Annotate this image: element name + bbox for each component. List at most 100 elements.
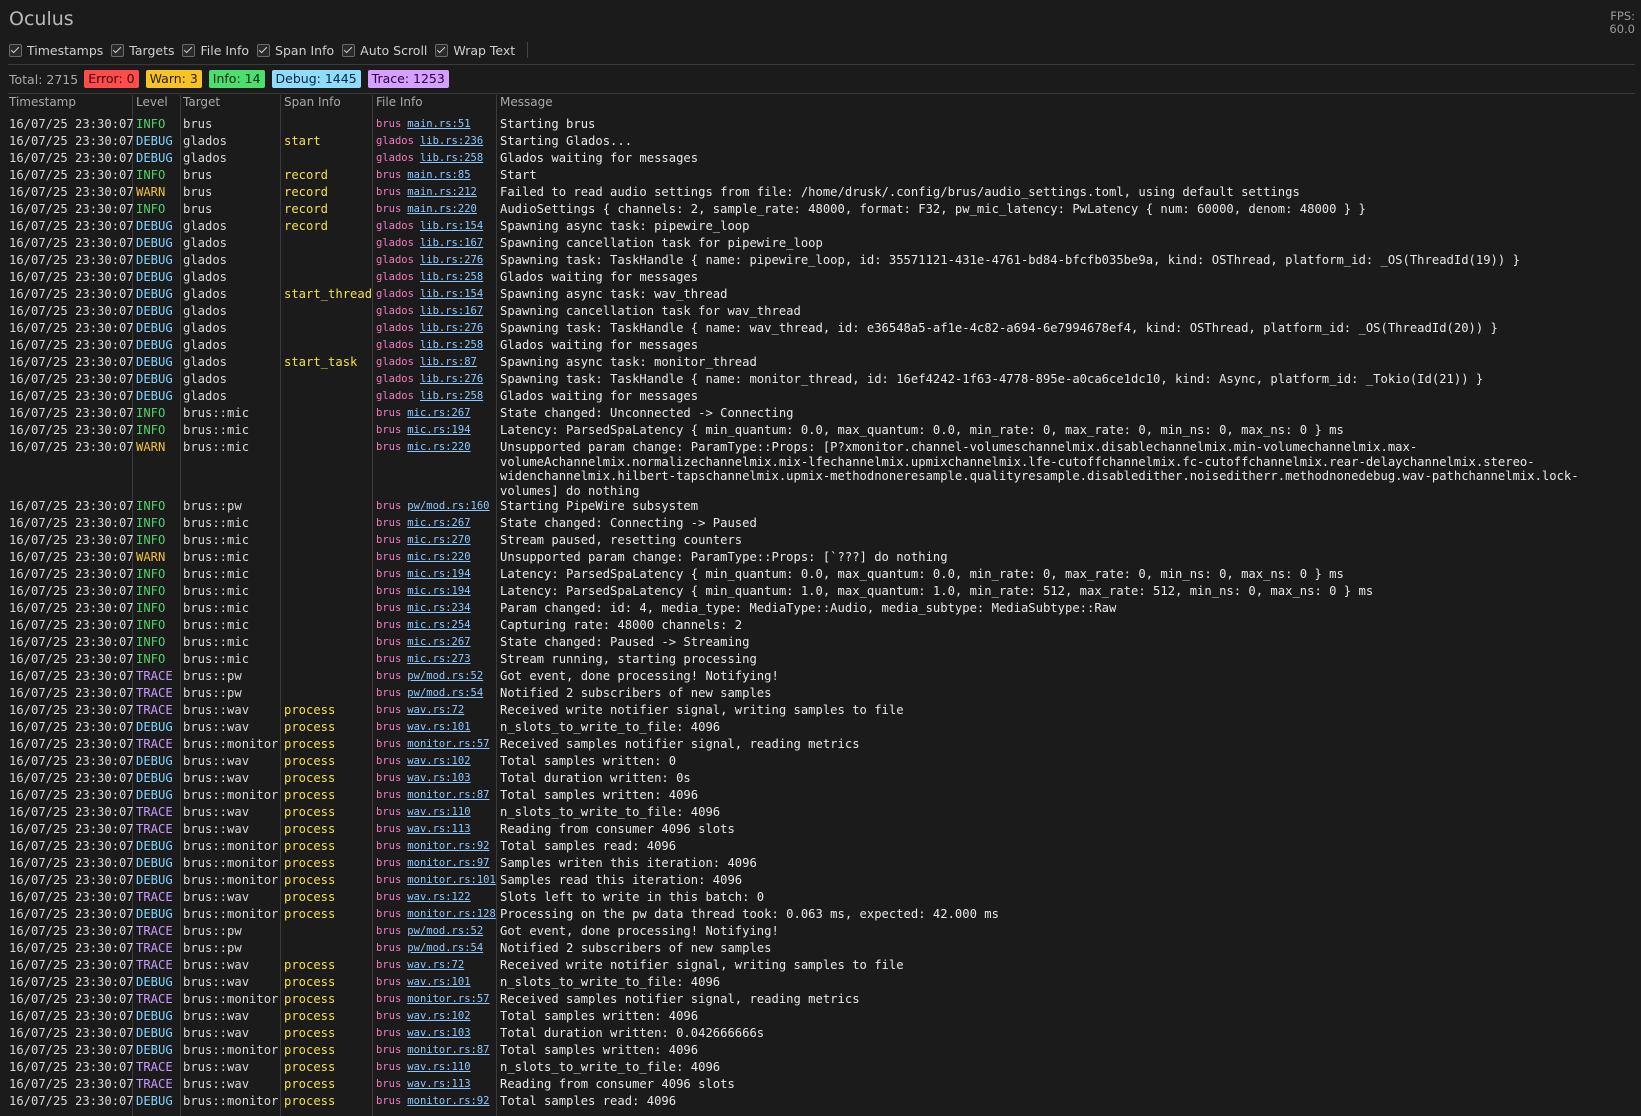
log-row[interactable]: 16/07/25 23:30:07 INFO brus::mic brus mic.rs… [0, 583, 1641, 600]
log-row[interactable]: 16/07/25 23:30:07 DEBUG brus::wav process br… [0, 770, 1641, 787]
log-row[interactable]: 16/07/25 23:30:07 TRACE brus::pw brus pw/mod… [0, 685, 1641, 702]
log-row[interactable]: 16/07/25 23:30:07 DEBUG glados start glados l… [0, 133, 1641, 150]
log-row[interactable]: 16/07/25 23:30:07 DEBUG brus::wav process br… [0, 974, 1641, 991]
log-row[interactable]: 16/07/25 23:30:07 DEBUG brus::monitor proce… [0, 838, 1641, 855]
log-row[interactable]: 16/07/25 23:30:07 INFO brus record brus main.… [0, 167, 1641, 184]
log-row[interactable]: 16/07/25 23:30:07 DEBUG glados glados lib.rs… [0, 320, 1641, 337]
log-file-link[interactable]: mic.rs:234 [407, 602, 470, 614]
log-file-link[interactable]: mic.rs:220 [407, 441, 470, 453]
log-row[interactable]: 16/07/25 23:30:07 DEBUG brus::wav process br… [0, 1008, 1641, 1025]
col-header-file-info[interactable]: File Info [376, 95, 423, 109]
log-row[interactable]: 16/07/25 23:30:07 DEBUG glados glados lib.rs… [0, 337, 1641, 354]
log-file-link[interactable]: mic.rs:267 [407, 407, 470, 419]
log-row[interactable]: 16/07/25 23:30:07 INFO brus::mic brus mic.rs… [0, 422, 1641, 439]
span-info-checkbox[interactable]: Span Info [257, 43, 334, 58]
log-file-link[interactable]: mic.rs:270 [407, 534, 470, 546]
log-file-link[interactable]: mic.rs:194 [407, 585, 470, 597]
log-file-link[interactable]: lib.rs:154 [420, 288, 483, 300]
log-file-link[interactable]: wav.rs:103 [407, 772, 470, 784]
log-row[interactable]: 16/07/25 23:30:07 DEBUG brus::wav process br… [0, 1025, 1641, 1042]
log-row[interactable]: 16/07/25 23:30:07 DEBUG glados glados lib.rs… [0, 252, 1641, 269]
log-file-link[interactable]: lib.rs:258 [420, 271, 483, 283]
log-row[interactable]: 16/07/25 23:30:07 DEBUG glados glados lib.rs… [0, 388, 1641, 405]
log-file-link[interactable]: wav.rs:102 [407, 1010, 470, 1022]
checkbox-check-icon[interactable] [435, 43, 449, 57]
log-row[interactable]: 16/07/25 23:30:07 TRACE brus::monitor proce… [0, 991, 1641, 1008]
log-row[interactable]: 16/07/25 23:30:07 TRACE brus::pw brus pw/mod… [0, 668, 1641, 685]
log-file-link[interactable]: monitor.rs:87 [407, 789, 489, 801]
log-row[interactable]: 16/07/25 23:30:07 TRACE brus::wav process br… [0, 702, 1641, 719]
targets-checkbox[interactable]: Targets [111, 43, 174, 58]
log-file-link[interactable]: pw/mod.rs:54 [407, 687, 483, 699]
log-file-link[interactable]: main.rs:85 [407, 169, 470, 181]
log-file-link[interactable]: mic.rs:267 [407, 636, 470, 648]
log-file-link[interactable]: lib.rs:87 [420, 356, 477, 368]
log-file-link[interactable]: lib.rs:276 [420, 254, 483, 266]
log-row[interactable]: 16/07/25 23:30:07 WARN brus record brus main.… [0, 184, 1641, 201]
log-file-link[interactable]: mic.rs:273 [407, 653, 470, 665]
log-file-link[interactable]: wav.rs:102 [407, 755, 470, 767]
checkbox-check-icon[interactable] [182, 43, 196, 57]
log-row[interactable]: 16/07/25 23:30:07 TRACE brus::monitor proce… [0, 736, 1641, 753]
log-file-link[interactable]: lib.rs:258 [420, 339, 483, 351]
log-row[interactable]: 16/07/25 23:30:07 DEBUG brus::monitor proce… [0, 1093, 1641, 1110]
file-info-checkbox[interactable]: File Info [182, 43, 249, 58]
log-file-link[interactable]: monitor.rs:97 [407, 857, 489, 869]
log-file-link[interactable]: wav.rs:72 [407, 959, 464, 971]
log-file-link[interactable]: monitor.rs:128 [407, 908, 496, 920]
log-row[interactable]: 16/07/25 23:30:07 DEBUG brus::monitor proce… [0, 855, 1641, 872]
log-file-link[interactable]: mic.rs:220 [407, 551, 470, 563]
log-file-link[interactable]: pw/mod.rs:160 [407, 500, 489, 512]
log-row[interactable]: 16/07/25 23:30:07 DEBUG brus::monitor proce… [0, 1042, 1641, 1059]
log-file-link[interactable]: pw/mod.rs:52 [407, 670, 483, 682]
log-file-link[interactable]: monitor.rs:57 [407, 738, 489, 750]
log-row[interactable]: 16/07/25 23:30:07 TRACE brus::wav process br… [0, 1076, 1641, 1093]
log-file-link[interactable]: lib.rs:167 [420, 237, 483, 249]
log-row[interactable]: 16/07/25 23:30:07 TRACE brus::pw brus pw/mod… [0, 940, 1641, 957]
col-header-span-info[interactable]: Span Info [284, 95, 341, 109]
log-row[interactable]: 16/07/25 23:30:07 INFO brus record brus main.… [0, 201, 1641, 218]
auto-scroll-checkbox[interactable]: Auto Scroll [342, 43, 427, 58]
log-row[interactable]: 16/07/25 23:30:07 WARN brus::mic brus mic.rs… [0, 439, 1641, 498]
log-row[interactable]: 16/07/25 23:30:07 INFO brus::mic brus mic.rs… [0, 566, 1641, 583]
log-file-link[interactable]: wav.rs:113 [407, 1078, 470, 1090]
log-row[interactable]: 16/07/25 23:30:07 TRACE brus::pw brus pw/mod… [0, 923, 1641, 940]
log-file-link[interactable]: wav.rs:101 [407, 976, 470, 988]
timestamps-checkbox[interactable]: Timestamps [9, 43, 103, 58]
log-file-link[interactable]: lib.rs:276 [420, 322, 483, 334]
log-row[interactable]: 16/07/25 23:30:07 INFO brus brus main.rs:51 S… [0, 116, 1641, 133]
log-row[interactable]: 16/07/25 23:30:07 DEBUG glados glados lib.rs… [0, 303, 1641, 320]
log-row[interactable]: 16/07/25 23:30:07 INFO brus::mic brus mic.rs… [0, 600, 1641, 617]
checkbox-check-icon[interactable] [9, 43, 22, 57]
log-row[interactable]: 16/07/25 23:30:07 INFO brus::mic brus mic.rs… [0, 634, 1641, 651]
log-file-link[interactable]: lib.rs:154 [420, 220, 483, 232]
log-file-link[interactable]: lib.rs:236 [420, 135, 483, 147]
log-file-link[interactable]: wav.rs:110 [407, 1061, 470, 1073]
log-row[interactable]: 16/07/25 23:30:07 TRACE brus::wav process br… [0, 804, 1641, 821]
checkbox-check-icon[interactable] [257, 43, 271, 57]
log-row[interactable]: 16/07/25 23:30:07 TRACE brus::wav process br… [0, 957, 1641, 974]
log-file-link[interactable]: monitor.rs:92 [407, 1095, 489, 1107]
log-file-link[interactable]: wav.rs:113 [407, 823, 470, 835]
checkbox-check-icon[interactable] [342, 43, 356, 57]
log-file-link[interactable]: mic.rs:267 [407, 517, 470, 529]
col-header-level[interactable]: Level [136, 95, 168, 109]
log-file-link[interactable]: wav.rs:122 [407, 891, 470, 903]
col-header-message[interactable]: Message [500, 95, 553, 109]
log-row[interactable]: 16/07/25 23:30:07 INFO brus::mic brus mic.rs… [0, 651, 1641, 668]
log-row[interactable]: 16/07/25 23:30:07 DEBUG brus::wav process br… [0, 719, 1641, 736]
log-row[interactable]: 16/07/25 23:30:07 INFO brus::mic brus mic.rs… [0, 405, 1641, 422]
log-file-link[interactable]: mic.rs:194 [407, 424, 470, 436]
log-file-link[interactable]: main.rs:220 [407, 203, 477, 215]
log-row[interactable]: 16/07/25 23:30:07 TRACE brus::wav process br… [0, 889, 1641, 906]
log-row[interactable]: 16/07/25 23:30:07 DEBUG brus::monitor proce… [0, 872, 1641, 889]
log-row[interactable]: 16/07/25 23:30:07 DEBUG glados record glados… [0, 218, 1641, 235]
checkbox-check-icon[interactable] [111, 43, 125, 57]
log-file-link[interactable]: main.rs:212 [407, 186, 477, 198]
col-header-timestamp[interactable]: Timestamp [9, 95, 76, 109]
log-file-link[interactable]: wav.rs:101 [407, 721, 470, 733]
log-file-link[interactable]: mic.rs:194 [407, 568, 470, 580]
log-file-link[interactable]: lib.rs:167 [420, 305, 483, 317]
log-file-link[interactable]: monitor.rs:57 [407, 993, 489, 1005]
wrap-text-checkbox[interactable]: Wrap Text [435, 43, 515, 58]
